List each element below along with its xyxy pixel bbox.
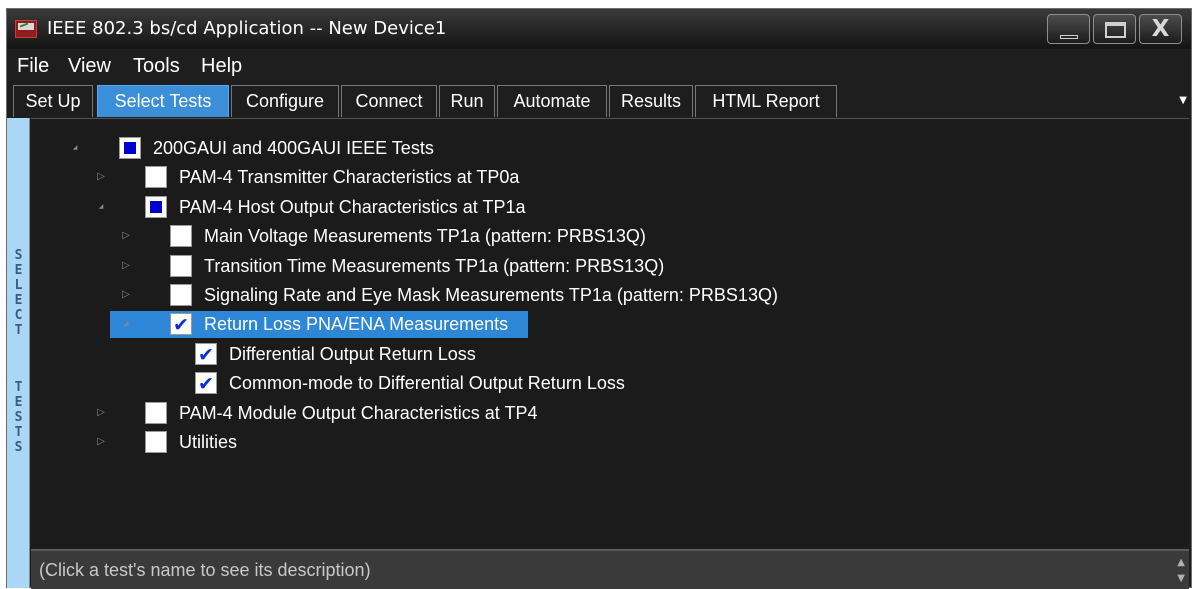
app-window: IEEE 802.3 bs/cd Application -- New Devi… bbox=[6, 8, 1192, 589]
test-label[interactable]: Return Loss PNA/ENA Measurements bbox=[204, 310, 508, 338]
maximize-icon bbox=[1105, 22, 1126, 38]
chevron-down-icon[interactable]: ▼ bbox=[1179, 95, 1187, 106]
test-label[interactable]: PAM-4 Host Output Characteristics at TP1… bbox=[179, 193, 525, 221]
test-checkbox[interactable] bbox=[195, 370, 217, 398]
test-checkbox[interactable] bbox=[145, 401, 167, 424]
expanded-arrow-icon[interactable]: ◢ bbox=[69, 134, 81, 162]
test-label[interactable]: Signaling Rate and Eye Mask Measurements… bbox=[204, 281, 778, 309]
window-title: IEEE 802.3 bs/cd Application -- New Devi… bbox=[47, 18, 447, 39]
scroll-down-icon[interactable]: ▼ bbox=[1177, 573, 1185, 584]
tree-row[interactable]: ▷ Signaling Rate and Eye Mask Measurement… bbox=[31, 281, 1189, 309]
tree-row[interactable]: ▷ Main Voltage Measurements TP1a (pattern… bbox=[31, 222, 1189, 250]
tree-row[interactable]: ◢ PAM-4 Host Output Characteristics at TP… bbox=[31, 193, 1189, 221]
tab-html-report[interactable]: HTML Report bbox=[695, 85, 837, 117]
description-text: (Click a test's name to see its descript… bbox=[39, 560, 371, 580]
collapsed-arrow-icon[interactable]: ▷ bbox=[95, 163, 107, 191]
collapsed-arrow-icon[interactable]: ▷ bbox=[95, 428, 107, 456]
menu-view[interactable]: View bbox=[68, 55, 111, 78]
test-label[interactable]: Common-mode to Differential Output Retur… bbox=[229, 369, 625, 397]
tree-row[interactable]: Differential Output Return Loss bbox=[31, 340, 1189, 369]
menu-tools[interactable]: Tools bbox=[133, 55, 180, 78]
scroll-up-icon[interactable]: ▲ bbox=[1177, 557, 1185, 568]
tab-configure[interactable]: Configure bbox=[231, 85, 339, 117]
tree-row[interactable]: ▷ PAM-4 Module Output Characteristics at … bbox=[31, 399, 1189, 427]
tree-row[interactable]: ◢ Return Loss PNA/ENA Measurements bbox=[31, 310, 1189, 339]
close-icon: X bbox=[1151, 16, 1170, 42]
expanded-arrow-icon[interactable]: ◢ bbox=[120, 310, 132, 338]
menu-help[interactable]: Help bbox=[201, 55, 242, 78]
tree-row[interactable]: ◢ 200GAUI and 400GAUI IEEE Tests bbox=[31, 134, 1189, 162]
test-label[interactable]: Main Voltage Measurements TP1a (pattern:… bbox=[204, 222, 646, 250]
tree-row[interactable]: Common-mode to Differential Output Retur… bbox=[31, 369, 1189, 398]
tree-row[interactable]: ▷ Transition Time Measurements TP1a (patt… bbox=[31, 252, 1189, 280]
test-checkbox[interactable] bbox=[145, 431, 167, 453]
test-label[interactable]: Utilities bbox=[179, 428, 237, 456]
close-button[interactable]: X bbox=[1139, 14, 1182, 44]
test-label[interactable]: Transition Time Measurements TP1a (patte… bbox=[204, 252, 664, 280]
test-checkbox[interactable] bbox=[195, 341, 217, 369]
test-label[interactable]: PAM-4 Transmitter Characteristics at TP0… bbox=[179, 163, 519, 191]
tab-run[interactable]: Run bbox=[439, 85, 495, 117]
tab-select-tests[interactable]: Select Tests bbox=[97, 85, 229, 117]
minimize-button[interactable] bbox=[1047, 14, 1090, 44]
tab-set-up[interactable]: Set Up bbox=[13, 85, 93, 117]
test-checkbox[interactable] bbox=[170, 311, 192, 339]
test-label[interactable]: PAM-4 Module Output Characteristics at T… bbox=[179, 399, 537, 427]
collapsed-arrow-icon[interactable]: ▷ bbox=[120, 281, 132, 309]
app-icon bbox=[15, 20, 37, 38]
side-label-word-1: S E L E C T bbox=[14, 248, 23, 338]
test-checkbox[interactable] bbox=[170, 254, 192, 277]
test-checkbox[interactable] bbox=[145, 166, 167, 189]
tree-row[interactable]: ▷ PAM-4 Transmitter Characteristics at TP… bbox=[31, 163, 1189, 191]
select-tests-side-label: S E L E C T T E S T S bbox=[7, 118, 30, 588]
collapsed-arrow-icon[interactable]: ▷ bbox=[95, 399, 107, 427]
test-label[interactable]: 200GAUI and 400GAUI IEEE Tests bbox=[153, 134, 434, 162]
test-checkbox[interactable] bbox=[170, 225, 192, 248]
minimize-icon bbox=[1060, 35, 1078, 39]
tab-results[interactable]: Results bbox=[609, 85, 693, 117]
menu-bar: File View Tools Help bbox=[7, 51, 1191, 81]
title-bar[interactable]: IEEE 802.3 bs/cd Application -- New Devi… bbox=[7, 9, 1191, 49]
menu-file[interactable]: File bbox=[17, 55, 49, 78]
tree-row[interactable]: ▷ Utilities bbox=[31, 428, 1189, 456]
test-checkbox[interactable] bbox=[170, 284, 192, 306]
collapsed-arrow-icon[interactable]: ▷ bbox=[120, 222, 132, 250]
tab-connect[interactable]: Connect bbox=[341, 85, 437, 117]
expanded-arrow-icon[interactable]: ◢ bbox=[95, 193, 107, 221]
test-tree: ◢ 200GAUI and 400GAUI IEEE Tests ▷ PAM-4 Tr… bbox=[31, 118, 1189, 547]
maximize-button[interactable] bbox=[1093, 14, 1136, 44]
tab-automate[interactable]: Automate bbox=[497, 85, 607, 117]
test-checkbox[interactable] bbox=[145, 195, 167, 218]
description-panel: (Click a test's name to see its descript… bbox=[31, 549, 1189, 589]
side-label-word-2: T E S T S bbox=[14, 380, 23, 455]
test-label[interactable]: Differential Output Return Loss bbox=[229, 340, 476, 368]
test-checkbox[interactable] bbox=[119, 137, 141, 159]
collapsed-arrow-icon[interactable]: ▷ bbox=[120, 252, 132, 280]
tab-bar: Set Up Select Tests Configure Connect Ru… bbox=[7, 83, 1191, 117]
